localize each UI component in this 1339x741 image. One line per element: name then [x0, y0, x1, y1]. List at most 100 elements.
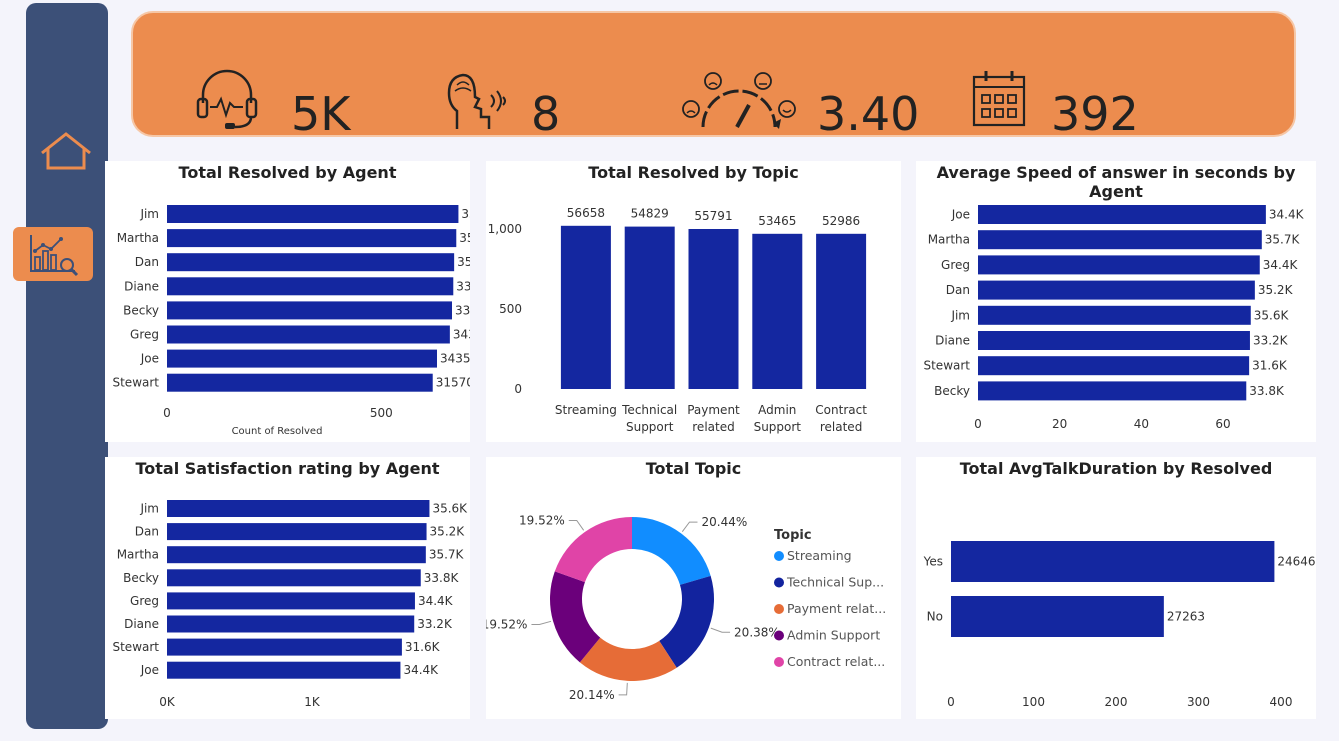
data-label: 33200 [456, 279, 470, 293]
data-label: 35.6K [1254, 308, 1290, 322]
category-label: Support [754, 420, 802, 434]
legend-item: Streaming [787, 548, 852, 563]
bar [624, 226, 675, 389]
total-topic-chart: 20.44% 20.38% 20.14% 19.52% 19.52% Topic Strea… [486, 513, 886, 701]
data-label: 52986 [822, 214, 860, 228]
bar [167, 592, 415, 610]
legend-marker [774, 657, 784, 667]
data-label: 35.6K [432, 502, 468, 516]
bar [560, 225, 611, 389]
legend-title: Topic [774, 528, 812, 543]
x-tick-label: 100 [1022, 695, 1045, 709]
leader-line [710, 627, 731, 633]
category-label: Martha [117, 231, 159, 245]
talk-duration-chart: Yes 246466 No 27263 0 100 200 300 400 [923, 541, 1316, 709]
data-label: 55791 [694, 209, 732, 223]
category-label: Joe [951, 208, 970, 222]
bar [978, 381, 1247, 401]
legend-marker [774, 551, 784, 561]
category-label: Dan [135, 525, 159, 539]
chart-title: Average Speed of answer in seconds by Ag… [936, 163, 1296, 201]
chart-title: Total Resolved by Topic [588, 163, 799, 182]
chart-title: Total Topic [645, 459, 742, 478]
legend-item: Technical Sup... [786, 575, 884, 590]
percent-label: 19.52% [519, 513, 565, 527]
bar [951, 541, 1275, 582]
data-label: 34.4K [418, 594, 454, 608]
bar [167, 615, 415, 633]
total-calls-value: 5K [291, 87, 351, 141]
data-label: 31.6K [1252, 359, 1288, 373]
report-chart-icon [30, 235, 79, 277]
bar [167, 546, 426, 564]
category-label: Becky [934, 384, 970, 398]
category-label: No [927, 610, 943, 624]
bar [978, 205, 1266, 224]
data-label: 35.2K [1258, 283, 1294, 297]
data-label: 33776 [455, 303, 470, 317]
leader-line [531, 620, 552, 626]
resolved-by-topic-chart: 0 500 1,000 56658 Streaming 54829 Technical Sup… [488, 206, 868, 434]
home-button[interactable] [40, 131, 92, 173]
bar [167, 523, 427, 541]
data-label: 31.6K [405, 640, 441, 654]
legend-marker [774, 604, 784, 614]
leader-line [568, 519, 585, 531]
category-label: related [820, 420, 862, 434]
category-label: Streaming [555, 403, 617, 417]
y-tick-label: 1,000 [488, 222, 522, 236]
sidebar [26, 3, 108, 729]
satisfaction-by-agent-panel: Jim 35.6K Dan 35.2K Martha 35.7K Becky 33.8K Gre… [105, 457, 470, 719]
total-agents-value: 8 [531, 87, 561, 141]
category-label: Greg [130, 328, 159, 342]
category-label: Technical [621, 403, 677, 417]
category-label: Becky [123, 571, 159, 585]
chart-title: Total Satisfaction rating by Agent [135, 459, 440, 478]
x-tick-label: 200 [1105, 695, 1128, 709]
category-label: Joe [140, 352, 159, 366]
x-tick-label: 400 [1270, 695, 1293, 709]
category-label: Diane [124, 279, 159, 293]
data-label: 31570 [436, 376, 470, 390]
category-label: Jim [139, 207, 159, 221]
category-label: Admin [758, 403, 796, 417]
report-button[interactable] [13, 227, 93, 281]
bar [167, 253, 455, 272]
category-label: Dan [135, 255, 159, 269]
bar [978, 331, 1250, 350]
data-label: 34.4K [1263, 258, 1299, 272]
data-label: 34358 [440, 352, 470, 366]
data-label: 34.4K [1269, 208, 1305, 222]
data-label: 54829 [631, 207, 669, 221]
kpi-banner: 5K 8 3.40 392 [131, 11, 1296, 137]
data-label: 33.2K [1253, 334, 1289, 348]
bar [167, 569, 421, 587]
category-label: Yes [923, 555, 943, 569]
total-topic-panel: 20.44% 20.38% 20.14% 19.52% 19.52% Topic Strea… [486, 457, 901, 719]
legend-item: Payment relat... [787, 601, 886, 616]
bar [752, 233, 803, 389]
avg-satisfaction-value: 3.40 [817, 87, 920, 141]
category-label: Diane [124, 617, 159, 631]
satisfaction-by-agent-chart: Jim 35.6K Dan 35.2K Martha 35.7K Becky 33.8K Gre… [112, 500, 468, 709]
bar [167, 661, 401, 679]
total-days-value: 392 [1051, 87, 1139, 141]
leader-line [618, 682, 628, 696]
bar [978, 356, 1250, 376]
percent-label: 20.38% [734, 625, 780, 639]
talk-duration-panel: Yes 246466 No 27263 0 100 200 300 400 Total AvgT… [916, 457, 1316, 719]
x-tick-label: 500 [370, 406, 393, 420]
bar [951, 596, 1164, 637]
bar [167, 205, 459, 223]
bar [167, 325, 450, 344]
category-label: Stewart [112, 376, 159, 390]
bar [167, 638, 402, 656]
bar [688, 229, 739, 389]
bar [978, 280, 1255, 300]
bar [978, 230, 1262, 250]
x-tick-label: 300 [1187, 695, 1210, 709]
legend-item: Admin Support [787, 628, 880, 643]
data-label: 33.8K [424, 571, 460, 585]
data-label: 53465 [758, 214, 796, 228]
category-label: related [692, 420, 734, 434]
